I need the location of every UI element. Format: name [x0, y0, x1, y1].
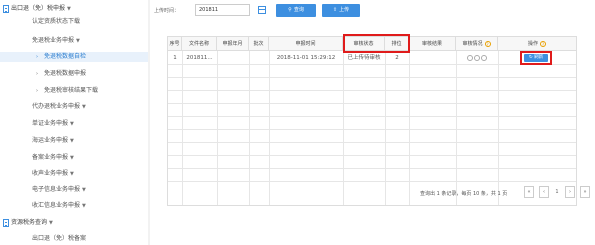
sidebar-item-filing-export[interactable]: 出口退（免）税备案 — [0, 234, 148, 244]
col-filename: 文件名称 — [182, 37, 217, 51]
chevron-down-icon: ▼ — [82, 203, 86, 209]
sidebar-section-export[interactable]: 出口退（免）税申报 ▼ — [0, 4, 148, 14]
help-icon[interactable]: ? — [484, 40, 491, 47]
sidebar-item-qualification-download[interactable]: 认定资质状态下载 — [0, 17, 148, 27]
row-divider — [168, 129, 576, 130]
chevron-down-icon: ▼ — [70, 138, 74, 144]
chevron-down-icon: ▼ — [82, 104, 86, 110]
cell-detail — [456, 53, 498, 63]
chevron-down-icon: ▼ — [70, 121, 74, 127]
main-panel: 上传时间： ⚲查询 ⇧上传 序号 文件名称 申报年月 批次 申报时间 审核状态 … — [150, 0, 595, 245]
row-divider — [168, 116, 576, 117]
row-divider — [168, 103, 576, 104]
cell-batch — [249, 53, 269, 63]
col-divider — [249, 51, 250, 205]
sidebar-item-sound-declare[interactable]: 收声业务申报 ▼ — [0, 169, 148, 179]
search-icon: ⚲ — [288, 7, 292, 13]
chevron-down-icon: ▼ — [76, 38, 80, 44]
last-page-button[interactable]: » — [580, 186, 590, 198]
sidebar-item-einfo-declare[interactable]: 电子信息业务申报 ▼ — [0, 185, 148, 195]
col-result: 审核结果 — [409, 37, 456, 51]
calendar-icon[interactable] — [258, 6, 266, 14]
query-button[interactable]: ⚲ 查询 — [276, 4, 316, 17]
sidebar-item-exemption-declare[interactable]: 免退税业务申报 ▼ — [0, 36, 148, 46]
row-divider — [168, 155, 576, 156]
cell-upload-time: 2018-11-01 15:29:12 — [276, 55, 336, 61]
col-seq: 序号 — [168, 37, 182, 51]
step-indicator-icon — [467, 54, 473, 61]
col-action: 操作? — [527, 40, 546, 47]
first-page-button[interactable]: « — [524, 186, 534, 198]
chevron-down-icon: ▼ — [49, 220, 53, 226]
col-divider — [456, 51, 457, 205]
app-window: 出口退（免）税申报 ▼ 认定资质状态下载 免退税业务申报 ▼ › 免退税数据自检 › 免… — [0, 0, 595, 245]
sidebar-section-query[interactable]: 资源税务查询 ▼ — [0, 218, 148, 228]
next-page-button[interactable]: › — [565, 186, 575, 198]
row-divider — [168, 77, 576, 78]
pager-summary: 查询出 1 条记录，每页 10 条，共 1 页 — [420, 191, 508, 197]
sidebar-item-filing-declare[interactable]: 备案业务申报 ▼ — [0, 153, 148, 163]
col-divider — [217, 51, 218, 205]
sidebar-item-data-declare[interactable]: › 免退税数据申报 — [0, 69, 148, 79]
current-page[interactable]: 1 — [552, 186, 562, 198]
chevron-down-icon: ▼ — [82, 187, 86, 193]
cell-month — [217, 53, 249, 63]
cell-seq: 1 — [173, 55, 177, 61]
document-icon — [3, 5, 9, 13]
cell-status: 已上传待审核 — [347, 55, 381, 61]
sidebar-item-voucher-declare[interactable]: 单证业务申报 ▼ — [0, 119, 148, 129]
col-divider — [498, 51, 499, 205]
upload-time-label: 上传时间： — [154, 8, 180, 14]
row-divider — [168, 181, 576, 182]
help-icon[interactable]: ? — [540, 40, 546, 47]
upload-icon: ⇧ — [332, 7, 338, 13]
sidebar-item-data-selfcheck[interactable]: › 免退税数据自检 — [0, 52, 148, 62]
document-icon — [3, 219, 9, 227]
col-upload-time: 申报时间 — [269, 37, 343, 51]
col-divider — [182, 51, 183, 205]
cell-queue: 2 — [395, 55, 399, 61]
col-divider — [385, 51, 386, 205]
col-divider — [343, 51, 344, 205]
highlight-box-status — [343, 34, 410, 53]
col-month: 申报年月 — [217, 37, 249, 51]
upload-time-input[interactable] — [195, 4, 250, 16]
highlight-box-action — [520, 51, 552, 65]
row-divider — [168, 168, 576, 169]
cell-filename: 201811... — [186, 55, 213, 61]
row-divider — [168, 142, 576, 143]
row-divider — [168, 64, 576, 65]
chevron-right-icon: › — [36, 88, 38, 94]
sidebar-item-review-download[interactable]: › 免退税审核结果下载 — [0, 86, 148, 96]
col-batch: 批次 — [249, 37, 269, 51]
chevron-down-icon: ▼ — [70, 171, 74, 177]
row-divider — [168, 90, 576, 91]
sidebar-item-forex-declare[interactable]: 收汇信息业务申报 ▼ — [0, 201, 148, 211]
chevron-right-icon: › — [36, 71, 38, 77]
chevron-down-icon: ▼ — [70, 155, 74, 161]
chevron-right-icon: › — [36, 54, 38, 60]
results-table: 序号 文件名称 申报年月 批次 申报时间 审核状态 排位 审核结果 审核情况? … — [167, 34, 577, 206]
sidebar: 出口退（免）税申报 ▼ 认定资质状态下载 免退税业务申报 ▼ › 免退税数据自检 › 免… — [0, 0, 148, 245]
col-divider — [409, 51, 410, 205]
col-detail: 审核情况? — [456, 37, 498, 51]
upload-button[interactable]: ⇧ 上传 — [322, 4, 360, 17]
prev-page-button[interactable]: ‹ — [539, 186, 549, 198]
step-indicator-icon — [481, 54, 487, 61]
cell-result — [409, 53, 456, 63]
sidebar-item-agent-declare[interactable]: 代办退税业务申报 ▼ — [0, 102, 148, 112]
chevron-down-icon: ▼ — [67, 6, 71, 12]
col-divider — [269, 51, 270, 205]
step-indicator-icon — [474, 54, 480, 61]
sidebar-item-shipping-declare[interactable]: 海运业务申报 ▼ — [0, 136, 148, 146]
